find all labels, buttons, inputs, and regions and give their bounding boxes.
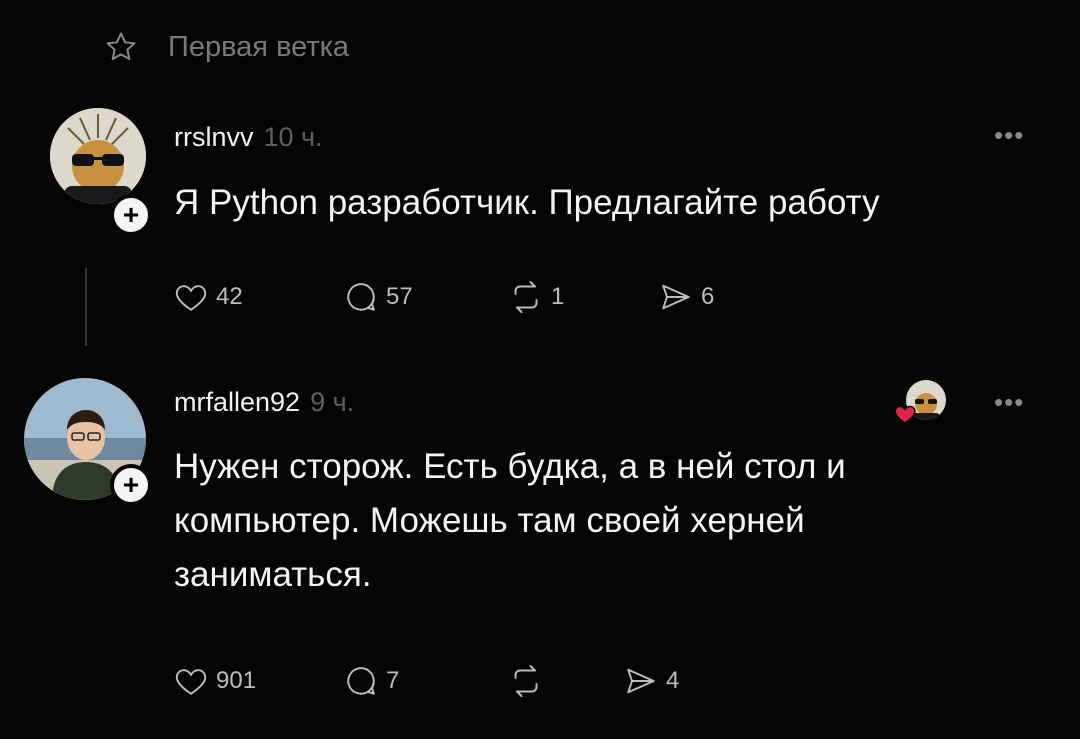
post-actions: 901 7 4 [172, 663, 679, 699]
share-button[interactable]: 4 [622, 663, 679, 699]
repost-button[interactable] [507, 663, 622, 699]
comment-icon [347, 667, 375, 695]
post-header: rrslnvv 10 ч. [174, 122, 323, 153]
timestamp: 10 ч. [263, 122, 323, 152]
repost-icon [514, 281, 538, 313]
reply-button[interactable]: 7 [342, 663, 507, 699]
like-button[interactable]: 42 [172, 279, 342, 315]
thread-title: Первая ветка [168, 30, 350, 63]
thread-header: Первая ветка [104, 30, 349, 64]
username[interactable]: rrslnvv [174, 122, 254, 153]
send-icon [662, 284, 690, 310]
follow-button[interactable]: + [110, 194, 152, 236]
author-liked-indicator [892, 378, 952, 432]
repost-button[interactable]: 1 [507, 279, 657, 315]
avatar[interactable] [50, 108, 146, 204]
follow-button[interactable]: + [110, 464, 152, 506]
heart-icon [175, 669, 207, 695]
more-options-icon[interactable]: ••• [994, 120, 1024, 151]
more-options-icon[interactable]: ••• [994, 387, 1024, 418]
post-text-line: заниматься. [174, 555, 372, 594]
like-button[interactable]: 901 [172, 663, 342, 699]
post-header: mrfallen92 9 ч. [174, 387, 354, 418]
post-text-line: компьютер. Можешь там своей херней [174, 501, 805, 540]
heart-filled-icon [894, 405, 916, 424]
repost-count: 1 [551, 283, 565, 310]
share-count: 4 [666, 667, 680, 694]
thread-line [85, 268, 87, 346]
post-text: Нужен сторож. Есть будка, а в ней стол и… [174, 440, 846, 602]
reply-count: 7 [386, 667, 400, 694]
repost-icon [514, 665, 538, 697]
reply-count: 57 [386, 283, 413, 310]
share-button[interactable]: 6 [657, 279, 714, 315]
timestamp: 9 ч. [310, 387, 355, 417]
username[interactable]: mrfallen92 [174, 387, 300, 418]
reply-button[interactable]: 57 [342, 279, 507, 315]
share-count: 6 [701, 283, 715, 310]
like-count: 42 [216, 283, 243, 310]
like-count: 901 [216, 667, 257, 694]
comment-icon [347, 283, 375, 311]
send-icon [627, 668, 655, 694]
post-actions: 42 57 1 6 [172, 279, 714, 315]
post-text: Я Python разработчик. Предлагайте работу [174, 183, 880, 222]
post-text-line: Нужен сторож. Есть будка, а в ней стол и [174, 447, 846, 486]
star-icon[interactable] [104, 30, 138, 64]
heart-icon [175, 285, 207, 311]
